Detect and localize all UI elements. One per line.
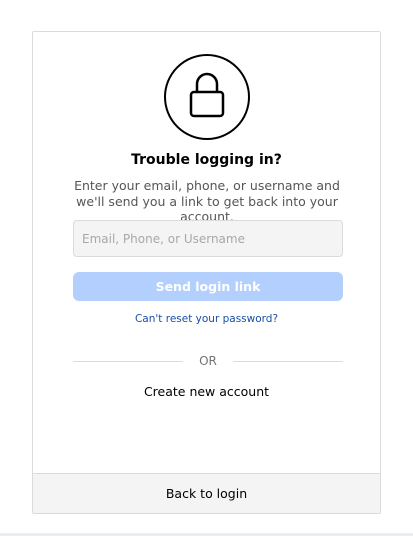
- page-title: Trouble logging in?: [131, 152, 282, 168]
- lock-icon: [164, 54, 250, 140]
- or-divider: OR: [73, 353, 343, 369]
- email-phone-username-input[interactable]: [73, 220, 343, 257]
- create-new-account-link[interactable]: Create new account: [33, 384, 380, 399]
- lock-glyph: [189, 72, 225, 118]
- cant-reset-password-link[interactable]: Can't reset your password?: [33, 313, 380, 325]
- trouble-login-card: Trouble logging in? Enter your email, ph…: [32, 31, 381, 514]
- instructions-text: Enter your email, phone, or username and…: [74, 178, 340, 224]
- send-login-link-button[interactable]: Send login link: [73, 272, 343, 301]
- back-to-login-button[interactable]: Back to login: [33, 473, 380, 513]
- divider-line-right: [233, 361, 343, 362]
